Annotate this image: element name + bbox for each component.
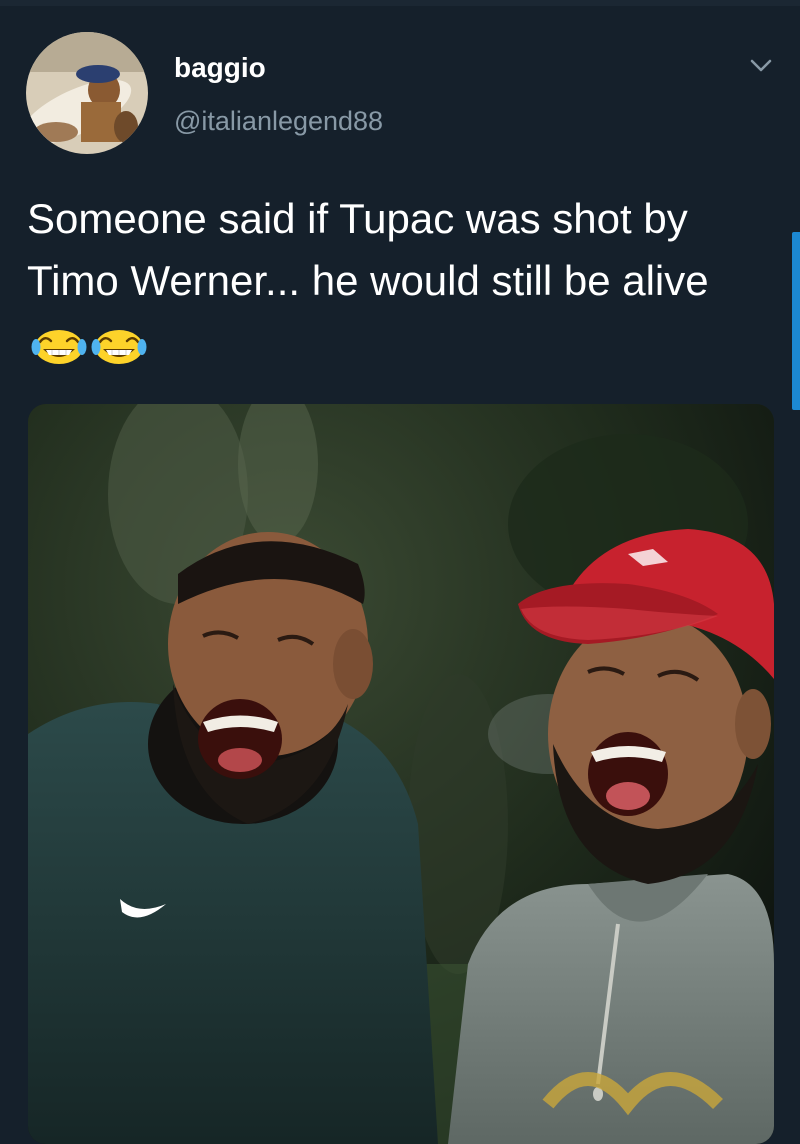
tears-of-joy-emoji [91, 322, 147, 364]
tweet-text-body: Someone said if Tupac was shot by Timo W… [27, 195, 709, 304]
tears-of-joy-emoji [31, 322, 87, 364]
laughing-men-photo [28, 404, 774, 1144]
chevron-down-icon[interactable] [748, 52, 774, 78]
display-name[interactable]: baggio [174, 52, 266, 84]
tweet-card: baggio @italianlegend88 Someone said if … [0, 0, 800, 1144]
tweet-text: Someone said if Tupac was shot by Timo W… [27, 188, 777, 374]
avatar[interactable] [26, 32, 148, 154]
tweet-media-image[interactable] [28, 404, 774, 1144]
avatar-image [26, 32, 148, 154]
user-handle[interactable]: @italianlegend88 [174, 106, 383, 137]
